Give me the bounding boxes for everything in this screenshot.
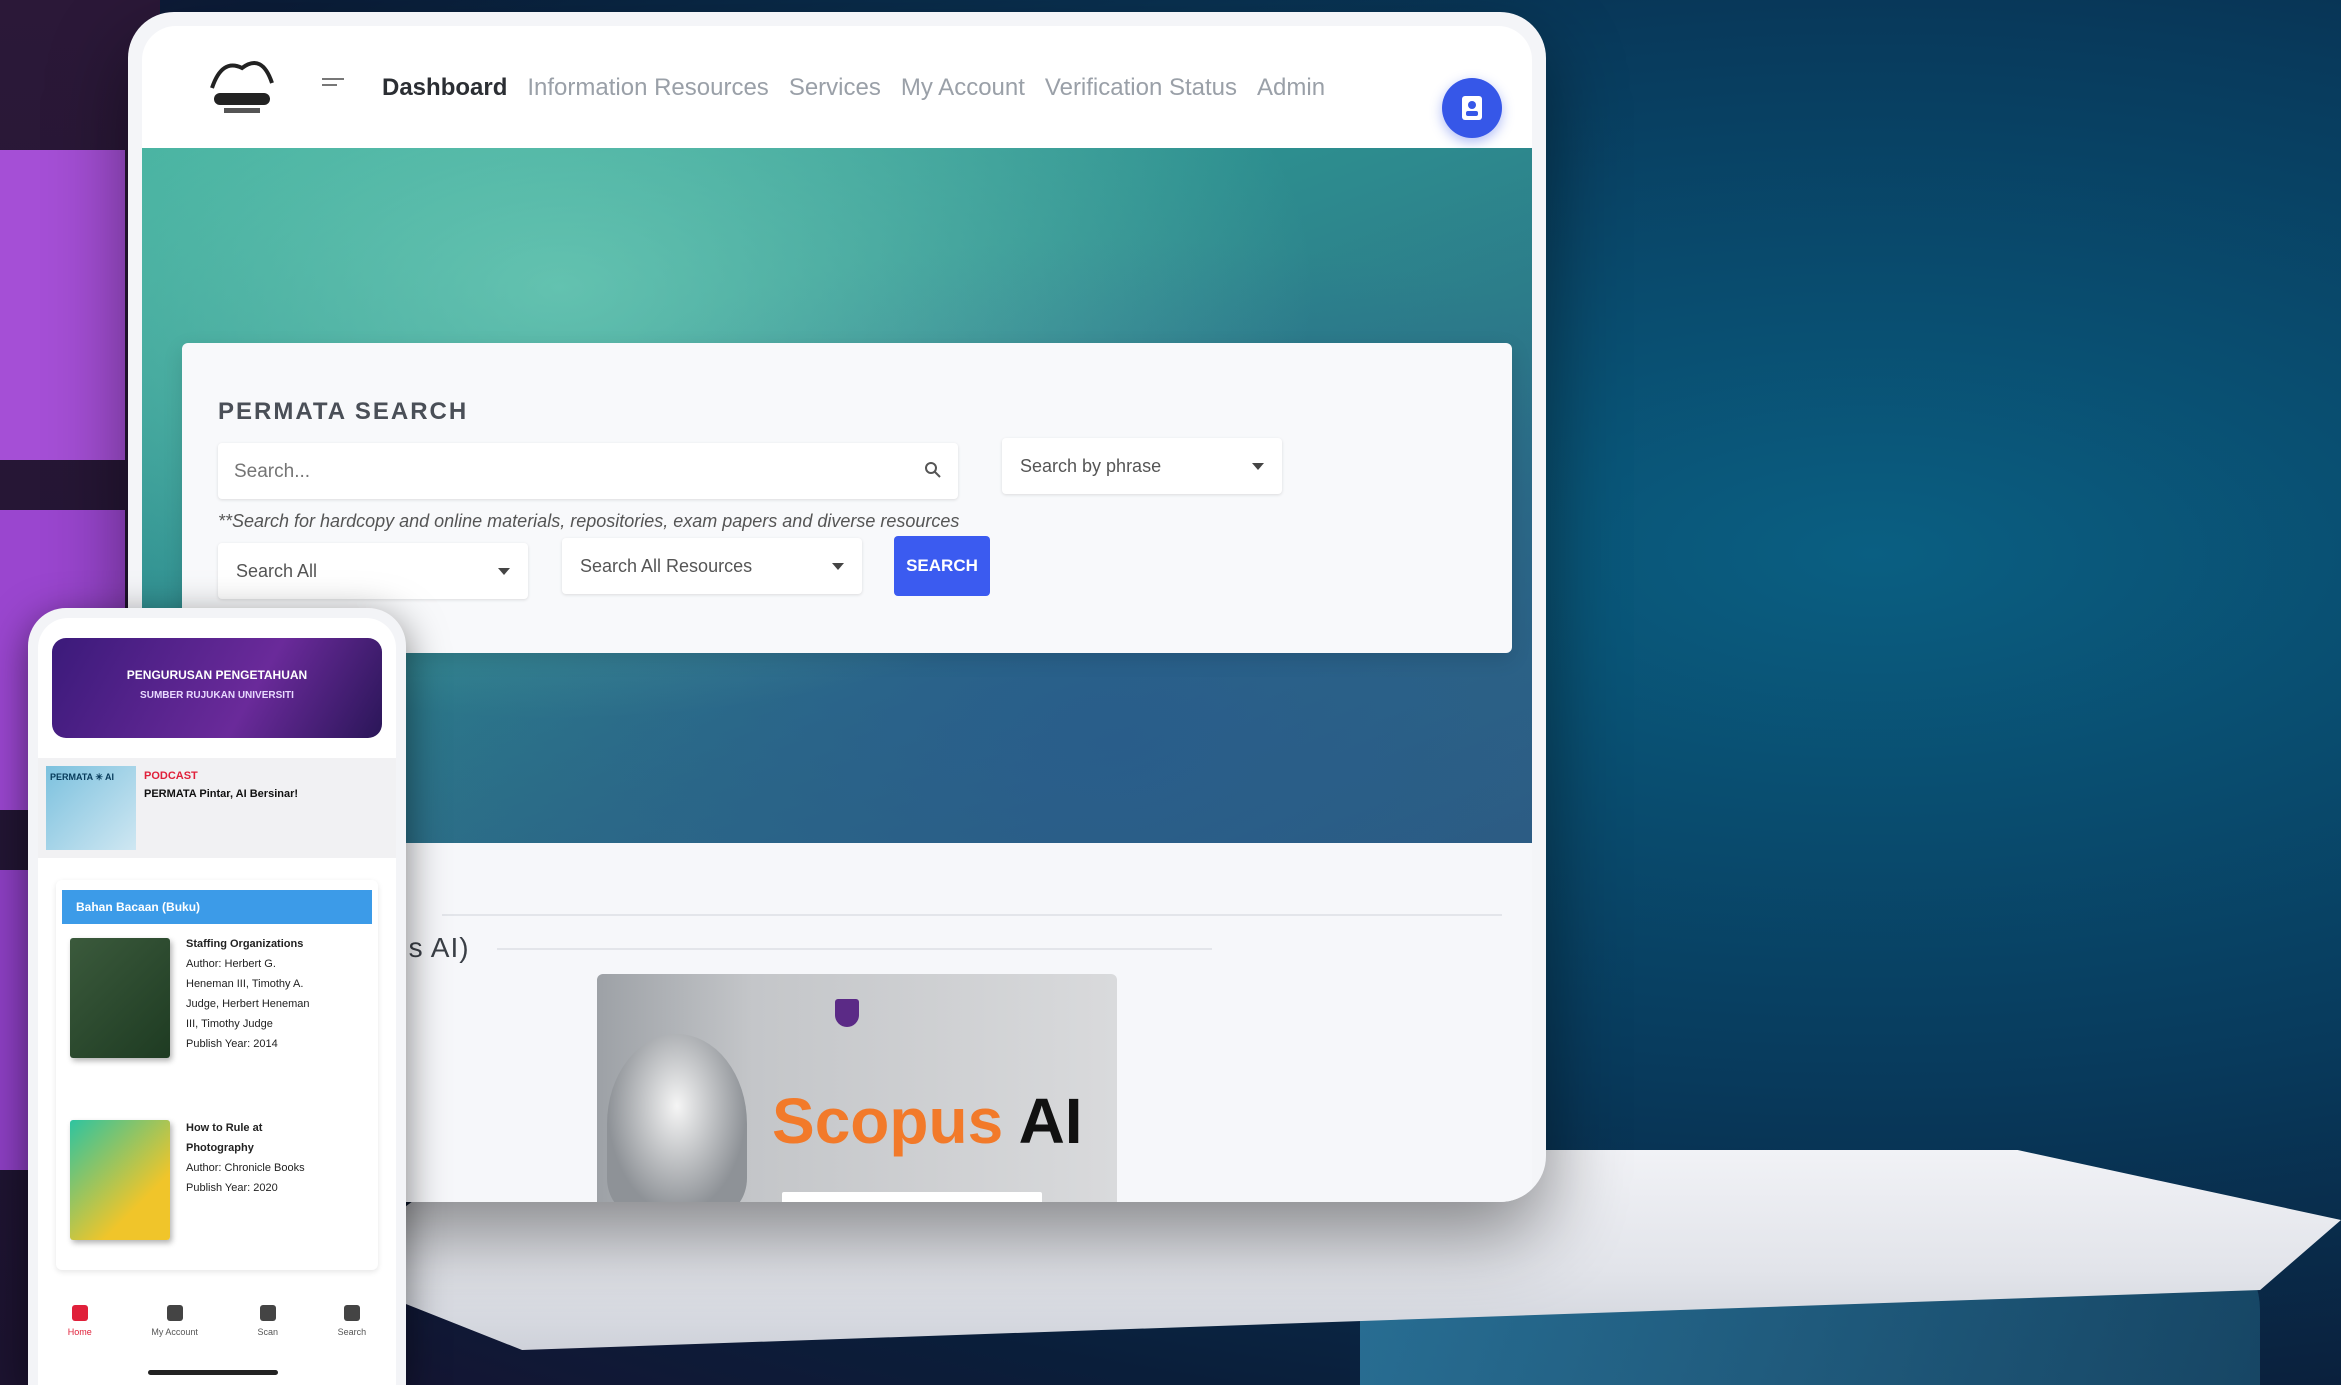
nav-dashboard[interactable]: Dashboard [382,74,507,102]
book-info[interactable]: Staffing Organizations Author: Herbert G… [186,934,316,1054]
bottom-nav-account[interactable]: My Account [151,1297,198,1357]
phone-banner[interactable]: PENGURUSAN PENGETAHUAN SUMBER RUJUKAN UN… [52,638,382,738]
home-icon [71,1305,88,1321]
book-author: Author: Chronicle Books [186,1162,305,1174]
search-icon [343,1305,360,1321]
search-scope-select[interactable]: Search All [218,543,528,599]
nav-verification-status[interactable]: Verification Status [1045,74,1237,102]
search-title: PERMATA SEARCH [218,398,469,425]
book-title: How to Rule at Photography [186,1122,263,1154]
nav-admin[interactable]: Admin [1257,74,1325,102]
phone-bottom-nav: Home My Account Scan Search [38,1297,396,1357]
ai-word: AI [1018,1085,1083,1157]
card-header: Bahan Bacaan (Buku) [62,890,372,924]
scopus-word: Scopus [772,1085,1004,1157]
podcast-label: PODCAST [144,770,198,782]
bottom-nav-label: Scan [257,1327,279,1337]
search-hint: **Search for hardcopy and online materia… [218,511,960,531]
banner-line1: PENGURUSAN PENGETAHUAN [126,668,308,682]
section-divider [442,914,1502,916]
search-mode-value: Search by phrase [1020,455,1162,476]
bottom-nav-label: Home [67,1327,92,1337]
bottom-nav-label: My Account [151,1327,198,1337]
podcast-thumb-text: PERMATA ✳ AI [50,772,115,782]
promo-search-bar [782,1192,1042,1202]
book-author: Author: Herbert G. Heneman III, Timothy … [186,958,310,1030]
section-title-divider [497,948,1212,950]
search-button[interactable]: SEARCH [894,536,990,596]
podcast-item[interactable]: PERMATA ✳ AI PODCAST PERMATA Pintar, AI … [38,758,396,858]
chevron-down-icon [1252,462,1264,470]
search-mode-select[interactable]: Search by phrase [1002,438,1282,494]
bottom-nav-home[interactable]: Home [68,1297,92,1357]
search-resources-select[interactable]: Search All Resources [562,538,862,594]
search-card: PERMATA SEARCH Search by phrase **Search… [182,343,1512,653]
menu-toggle-icon[interactable] [322,78,344,94]
banner-line2: SUMBER RUJUKAN UNIVERSITI [140,690,294,701]
book-cover[interactable] [70,1120,170,1240]
phone-screen: PENGURUSAN PENGETAHUAN SUMBER RUJUKAN UN… [38,618,396,1385]
search-resources-value: Search All Resources [580,555,753,576]
book-title: Staffing Organizations [186,938,304,950]
permata-logo-icon [210,61,274,113]
reading-material-card: Bahan Bacaan (Buku) Staffing Organizatio… [56,880,378,1270]
bottom-nav-label: Search [337,1327,367,1337]
bottom-nav-scan[interactable]: Scan [257,1297,279,1357]
nav-information-resources[interactable]: Information Resources [527,74,768,102]
scopus-ai-heading: Scopus AI [772,1084,1083,1158]
book-cover[interactable] [70,938,170,1058]
book-year: Publish Year: 2014 [186,1038,278,1050]
robot-image [607,1034,747,1202]
podcast-title: PERMATA Pintar, AI Bersinar! [144,788,299,800]
bottom-nav-search[interactable]: Search [337,1297,367,1357]
background-stripe [0,150,125,460]
home-indicator [148,1370,278,1375]
nav-services[interactable]: Services [789,74,881,102]
search-icon[interactable] [924,461,942,479]
phone-frame: PENGURUSAN PENGETAHUAN SUMBER RUJUKAN UN… [28,608,406,1385]
book-info[interactable]: How to Rule at Photography Author: Chron… [186,1118,316,1198]
search-scope-value: Search All [236,560,318,581]
barcode-icon [259,1305,276,1321]
nav-my-account[interactable]: My Account [901,74,1025,102]
search-input[interactable] [218,443,916,501]
podcast-thumbnail: PERMATA ✳ AI [46,766,136,850]
user-card-icon [1462,96,1482,120]
scopus-ai-promo[interactable]: Scopus AI [597,974,1117,1202]
book-year: Publish Year: 2020 [186,1182,278,1194]
chevron-down-icon [832,562,844,570]
search-input-wrapper [218,443,958,501]
chevron-down-icon [498,567,510,575]
user-icon [166,1305,183,1321]
main-nav: Dashboard Information Resources Services… [382,74,1325,102]
university-emblem-icon [835,999,859,1027]
top-navbar: Dashboard Information Resources Services… [142,26,1532,148]
user-profile-button[interactable] [1442,78,1502,138]
